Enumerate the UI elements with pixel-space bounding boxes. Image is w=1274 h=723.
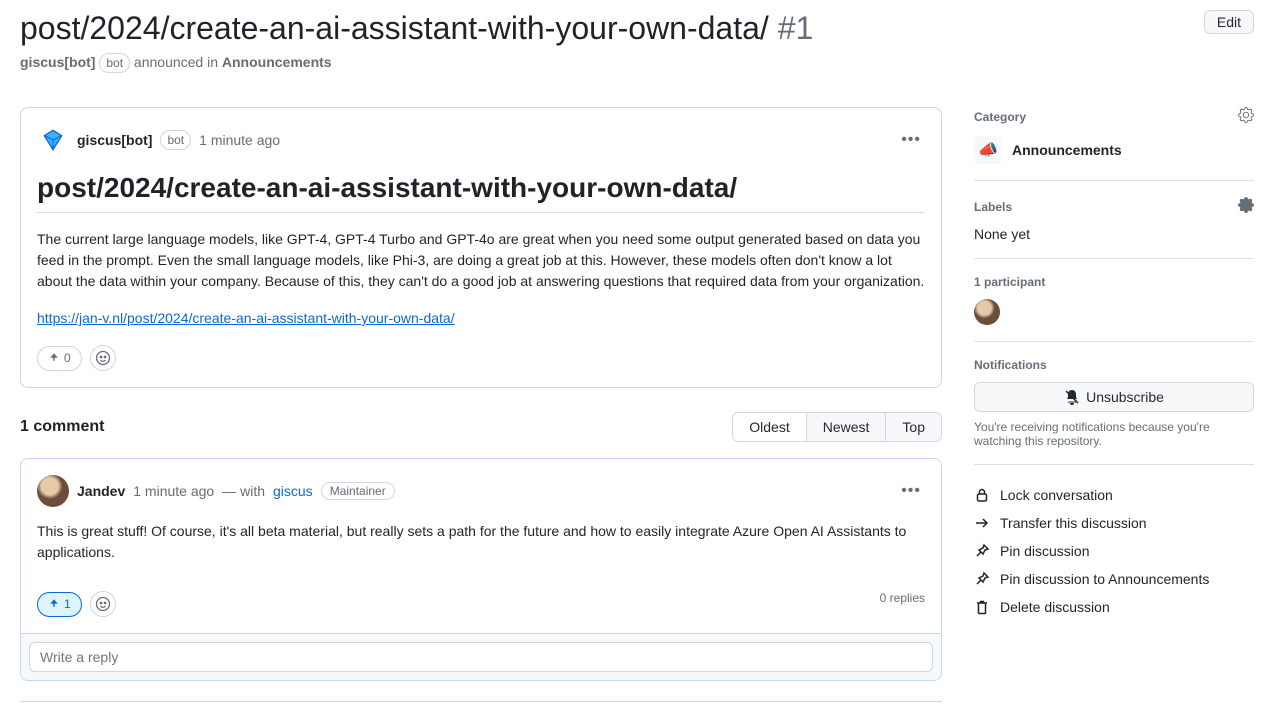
pin-icon bbox=[974, 543, 990, 559]
arrow-up-icon bbox=[48, 597, 60, 612]
subheader: giscus[bot] bot announced in Announcemen… bbox=[20, 53, 813, 83]
comment-body: This is great stuff! Of course, it's all… bbox=[37, 521, 925, 563]
comment-upvote-button[interactable]: 1 bbox=[37, 592, 82, 617]
post-link[interactable]: https://jan-v.nl/post/2024/create-an-ai-… bbox=[37, 310, 455, 326]
replies-count: 0 replies bbox=[880, 591, 925, 605]
sidebar-category-header: Category bbox=[974, 110, 1026, 124]
delete-discussion-link[interactable]: Delete discussion bbox=[974, 593, 1254, 621]
giscus-avatar-icon bbox=[37, 124, 69, 156]
subhead-author-link[interactable]: giscus[bot] bbox=[20, 54, 95, 70]
comment-via-app[interactable]: giscus bbox=[273, 483, 313, 499]
upvote-button[interactable]: 0 bbox=[37, 346, 82, 371]
pin-icon bbox=[974, 571, 990, 587]
sidebar-participants-header: 1 participant bbox=[974, 275, 1045, 289]
lock-label: Lock conversation bbox=[1000, 487, 1113, 503]
transfer-discussion-link[interactable]: Transfer this discussion bbox=[974, 509, 1254, 537]
add-reaction-button[interactable] bbox=[90, 345, 116, 371]
arrow-up-icon bbox=[48, 351, 60, 366]
sort-top-button[interactable]: Top bbox=[886, 412, 942, 442]
bell-slash-icon bbox=[1064, 389, 1080, 405]
discussion-title: post/2024/create-an-ai-assistant-with-yo… bbox=[20, 10, 769, 46]
original-post: giscus[bot] bot 1 minute ago ••• post/20… bbox=[20, 107, 942, 388]
comment-menu-button[interactable]: ••• bbox=[897, 478, 925, 504]
commenter-avatar[interactable] bbox=[37, 475, 69, 507]
subhead-category-link[interactable]: Announcements bbox=[222, 54, 332, 70]
transfer-label: Transfer this discussion bbox=[1000, 515, 1147, 531]
post-timestamp[interactable]: 1 minute ago bbox=[199, 132, 280, 148]
participant-avatar[interactable] bbox=[974, 299, 1000, 325]
trash-icon bbox=[974, 599, 990, 615]
subhead-verb: announced in bbox=[134, 54, 218, 70]
comment-via-prefix: — with bbox=[222, 483, 265, 499]
category-name: Announcements bbox=[1012, 142, 1122, 158]
post-menu-button[interactable]: ••• bbox=[897, 127, 925, 153]
notifications-note: You're receiving notifications because y… bbox=[974, 420, 1254, 448]
lock-icon bbox=[974, 487, 990, 503]
upvote-count: 0 bbox=[64, 351, 71, 365]
lock-conversation-link[interactable]: Lock conversation bbox=[974, 481, 1254, 509]
page-title: post/2024/create-an-ai-assistant-with-yo… bbox=[20, 10, 813, 47]
unsubscribe-label: Unsubscribe bbox=[1086, 389, 1164, 405]
bot-badge: bot bbox=[160, 130, 191, 150]
post-title: post/2024/create-an-ai-assistant-with-yo… bbox=[37, 172, 925, 213]
unsubscribe-button[interactable]: Unsubscribe bbox=[974, 382, 1254, 412]
reply-input[interactable] bbox=[29, 642, 933, 672]
sidebar-labels-header: Labels bbox=[974, 200, 1012, 214]
labels-none: None yet bbox=[974, 226, 1254, 242]
comment-upvote-count: 1 bbox=[64, 597, 71, 611]
post-paragraph: The current large language models, like … bbox=[37, 229, 925, 292]
pin-label: Pin discussion bbox=[1000, 543, 1090, 559]
category-row[interactable]: 📣 Announcements bbox=[974, 136, 1254, 164]
divider bbox=[20, 701, 942, 702]
pin-cat-label: Pin discussion to Announcements bbox=[1000, 571, 1209, 587]
labels-settings-button[interactable] bbox=[1238, 197, 1254, 216]
bot-badge: bot bbox=[99, 53, 130, 73]
comment-timestamp[interactable]: 1 minute ago bbox=[133, 483, 214, 499]
post-author[interactable]: giscus[bot] bbox=[77, 132, 152, 148]
pin-discussion-link[interactable]: Pin discussion bbox=[974, 537, 1254, 565]
megaphone-icon: 📣 bbox=[974, 136, 1002, 164]
sidebar-notifications-header: Notifications bbox=[974, 358, 1047, 372]
comment-author[interactable]: Jandev bbox=[77, 483, 125, 499]
comment-add-reaction-button[interactable] bbox=[90, 591, 116, 617]
delete-label: Delete discussion bbox=[1000, 599, 1110, 615]
comment: Jandev 1 minute ago — with giscus Mainta… bbox=[20, 458, 942, 681]
sort-segmented-control: Oldest Newest Top bbox=[732, 412, 942, 442]
maintainer-badge: Maintainer bbox=[321, 482, 395, 500]
post-body: The current large language models, like … bbox=[37, 229, 925, 329]
sort-oldest-button[interactable]: Oldest bbox=[732, 412, 806, 442]
comments-count: 1 comment bbox=[20, 418, 104, 436]
discussion-number: #1 bbox=[778, 10, 814, 46]
edit-button[interactable]: Edit bbox=[1204, 10, 1254, 34]
category-settings-button[interactable] bbox=[1238, 107, 1254, 126]
sort-newest-button[interactable]: Newest bbox=[807, 412, 887, 442]
pin-discussion-category-link[interactable]: Pin discussion to Announcements bbox=[974, 565, 1254, 593]
arrow-right-icon bbox=[974, 515, 990, 531]
